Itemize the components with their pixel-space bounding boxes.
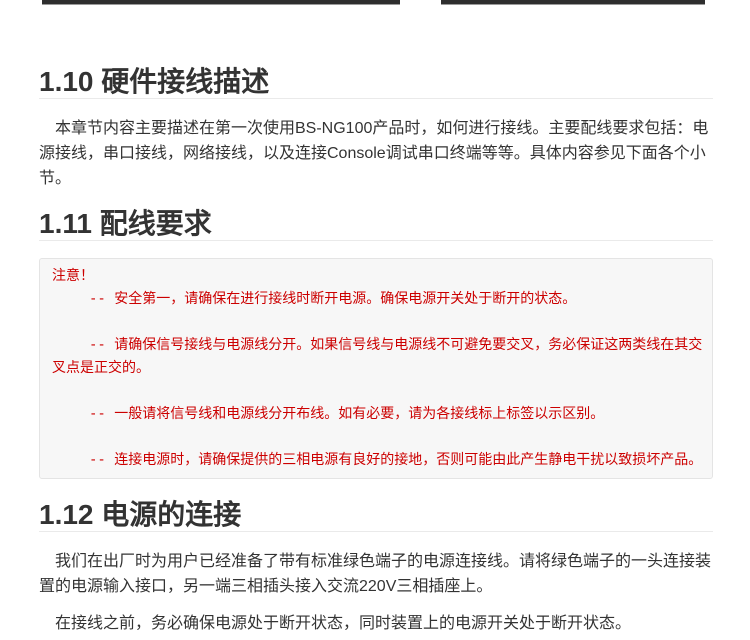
section-paragraph: 在接线之前，务必确保电源处于断开状态，同时装置上的电源开关处于断开状态。 — [55, 615, 632, 632]
section-heading-hardware-wiring: 1.10 硬件接线描述 — [39, 65, 713, 99]
section-paragraph: 本章节内容主要描述在第一次使用BS-NG100产品时，如何进行接线。主要配线要求… — [39, 120, 709, 187]
notice-title: 注意！ — [52, 268, 94, 284]
notice-item: -- 请确保信号接线与电源线分开。如果信号线与电源线不可避免要交叉，务必保证这两… — [52, 337, 703, 376]
section-heading-power-connection: 1.12 电源的连接 — [39, 498, 713, 532]
notice-item: -- 安全第一，请确保在进行接线时断开电源。确保电源开关处于断开的状态。 — [89, 291, 577, 307]
section-heading-wiring-requirements: 1.11 配线要求 — [39, 207, 713, 241]
notice-block: 注意！ -- 安全第一，请确保在进行接线时断开电源。确保电源开关处于断开的状态。… — [39, 258, 713, 479]
notice-item: -- 一般请将信号线和电源线分开布线。如有必要，请为各接线标上标签以示区别。 — [89, 406, 605, 422]
doc-content: 1.10 硬件接线描述 本章节内容主要描述在第一次使用BS-NG100产品时，如… — [39, 0, 713, 636]
section-paragraph: 我们在出厂时为用户已经准备了带有标准绿色端子的电源连接线。请将绿色端子的一头连接… — [39, 553, 712, 595]
notice-item: -- 连接电源时，请确保提供的三相电源有良好的接地，否则可能由此产生静电干扰以致… — [89, 452, 703, 468]
